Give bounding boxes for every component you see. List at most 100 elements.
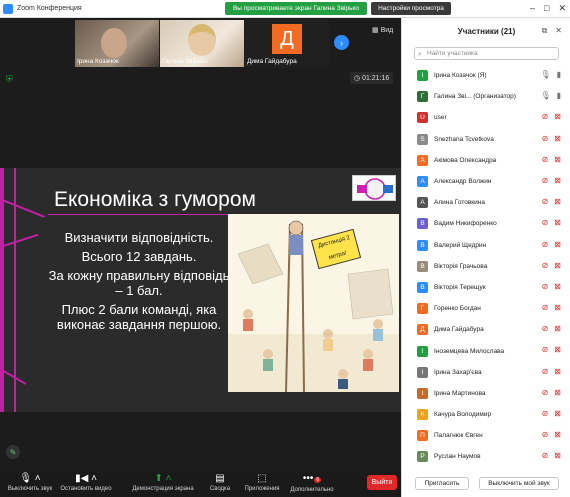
muted-microphone-icon[interactable]: ⊘ [542,218,549,227]
participant-row[interactable]: В Вадим Никифоренко ⊘ ⊠ [402,213,570,234]
video-off-icon[interactable]: ⊠ [554,324,561,333]
muted-microphone-icon[interactable]: ⊘ [542,430,549,439]
video-off-icon[interactable]: ⊠ [554,134,561,143]
participant-row[interactable]: І Іноземцева Милослава ⊘ ⊠ [402,340,570,361]
video-off-icon[interactable]: ⊠ [554,430,561,439]
video-thumbnail[interactable]: Ірина Козачок [75,20,159,67]
video-off-icon[interactable]: ⊠ [554,218,561,227]
video-off-icon[interactable]: ⊠ [554,112,561,121]
muted-microphone-icon[interactable]: ⊘ [542,112,549,121]
participant-row[interactable]: В Вікторія Грачьова ⊘ ⊠ [402,256,570,277]
camera-icon[interactable]: ▮ [557,91,561,100]
slide-line-text: Плюс 2 бали команді, яка виконає завданн… [56,302,222,332]
participant-row[interactable]: В Валерий Щедрин ⊘ ⊠ [402,235,570,256]
view-settings-button[interactable]: Настройки просмотра [371,2,451,15]
shield-icon[interactable]: ⛨ [6,74,13,85]
participant-avatar: S [417,133,428,145]
video-off-icon[interactable]: ⊠ [554,261,561,270]
share-screen-button[interactable]: ⬆ ˄ Демонстрация экрана [130,472,196,497]
camera-icon[interactable]: ▮ [557,70,561,79]
thumbnail-name: Галина Звірько [162,58,208,65]
mute-button[interactable]: 🎙︎ ˄ Выключить звук [0,472,60,497]
muted-microphone-icon[interactable]: ⊘ [542,303,549,312]
video-off-icon[interactable]: ⊠ [554,155,561,164]
video-off-icon[interactable]: ⊠ [554,409,561,418]
participants-title: Участники (21) [457,26,516,36]
participant-name: user [434,114,447,122]
participant-row[interactable]: Г Галина Зві... (Организатор) 🎙︎ ▮ [402,86,570,107]
participant-status: ⊘ ⊠ [542,282,561,291]
window-controls: – □ ✕ [530,3,566,13]
participant-status: ⊘ ⊠ [542,451,561,460]
participant-row[interactable]: А Алина Готовкина ⊘ ⊠ [402,192,570,213]
view-label: Вид [380,27,394,34]
video-thumbnail[interactable]: Галина Звірько [160,20,244,67]
video-off-icon[interactable]: ⊠ [554,303,561,312]
participant-row[interactable]: А Александр Волжин ⊘ ⊠ [402,171,570,192]
economics-logo [352,175,396,201]
participant-status: ⊘ ⊠ [542,218,561,227]
participant-row[interactable]: П Палагнюк Євген ⊘ ⊠ [402,425,570,446]
video-thumbnails: Ірина Козачок Галина Звірько Д Дима Гайд… [75,20,329,67]
camera-icon: ▮◀ ˄ [75,473,97,484]
participant-row[interactable]: І Ірина Мартинова ⊘ ⊠ [402,383,570,404]
participant-row[interactable]: І Ірина Козачок (Я) 🎙︎ ▮ [402,65,570,86]
participant-avatar: А [417,154,428,166]
muted-microphone-icon[interactable]: ⊘ [542,409,549,418]
muted-microphone-icon[interactable]: ⊘ [542,282,549,291]
microphone-icon[interactable]: 🎙︎ [540,70,550,79]
muted-microphone-icon[interactable]: ⊘ [542,324,549,333]
participant-row[interactable]: І Ірина Захар'єва ⊘ ⊠ [402,362,570,383]
minimize-icon[interactable]: – [530,3,535,13]
participant-status: ⊘ ⊠ [542,261,561,270]
muted-microphone-icon[interactable]: ⊘ [542,240,549,249]
participant-status: ⊘ ⊠ [542,324,561,333]
search-placeholder: Найти участника [427,50,478,57]
video-thumbnail[interactable]: Д Дима Гайдабура [245,20,329,67]
microphone-icon[interactable]: 🎙︎ [540,91,550,100]
participant-avatar: Г [417,91,428,103]
muted-microphone-icon[interactable]: ⊘ [542,197,549,206]
video-off-icon[interactable]: ⊠ [554,345,561,354]
video-off-icon[interactable]: ⊠ [554,176,561,185]
search-input[interactable]: ⌕ Найти участника [414,47,559,60]
muted-microphone-icon[interactable]: ⊘ [542,134,549,143]
stop-video-button[interactable]: ▮◀ ˄ Остановить видео [56,472,116,497]
muted-microphone-icon[interactable]: ⊘ [542,388,549,397]
video-off-icon[interactable]: ⊠ [554,367,561,376]
participant-row[interactable]: А Акімова Олександра ⊘ ⊠ [402,150,570,171]
muted-microphone-icon[interactable]: ⊘ [542,155,549,164]
close-panel-icon[interactable]: ✕ [555,26,562,36]
muted-microphone-icon[interactable]: ⊘ [542,176,549,185]
leave-button[interactable]: Выйти [367,475,397,490]
participant-row[interactable]: В Вікторія Терещук ⊘ ⊠ [402,277,570,298]
mute-self-button[interactable]: Выключить мой звук [479,477,559,490]
participant-row[interactable]: К Качура Володимир ⊘ ⊠ [402,404,570,425]
next-page-button[interactable]: › [334,35,349,50]
muted-microphone-icon[interactable]: ⊘ [542,345,549,354]
participant-row[interactable]: Г Горенко Богдан ⊘ ⊠ [402,298,570,319]
video-off-icon[interactable]: ⊠ [554,197,561,206]
participant-row[interactable]: S Snezhana Tcvetkova ⊘ ⊠ [402,129,570,150]
participant-avatar: В [417,260,428,272]
video-off-icon[interactable]: ⊠ [554,388,561,397]
video-off-icon[interactable]: ⊠ [554,240,561,249]
participant-row[interactable]: Uuser ⊘ ⊠ [402,107,570,128]
participant-row[interactable]: Д Дима Гайдабура ⊘ ⊠ [402,319,570,340]
participant-status: ⊘ ⊠ [542,345,561,354]
muted-microphone-icon[interactable]: ⊘ [542,451,549,460]
maximize-icon[interactable]: □ [544,3,549,13]
invite-button[interactable]: Пригласить [415,477,469,490]
popout-icon[interactable]: ⧉ [542,26,548,36]
meeting-area: Ірина Козачок Галина Звірько Д Дима Гайд… [0,18,401,472]
muted-microphone-icon[interactable]: ⊘ [542,367,549,376]
video-off-icon[interactable]: ⊠ [554,282,561,291]
video-off-icon[interactable]: ⊠ [554,451,561,460]
participant-status: 🎙︎ ▮ [540,91,561,100]
more-button[interactable]: ••• 6 Дополнительно [282,472,342,497]
muted-microphone-icon[interactable]: ⊘ [542,261,549,270]
annotate-pen-icon[interactable]: ✎ [6,445,20,459]
view-button[interactable]: ▦ Вид [372,26,393,34]
close-icon[interactable]: ✕ [558,3,566,13]
participant-row[interactable]: Р Руслан Наумов ⊘ ⊠ [402,446,570,467]
